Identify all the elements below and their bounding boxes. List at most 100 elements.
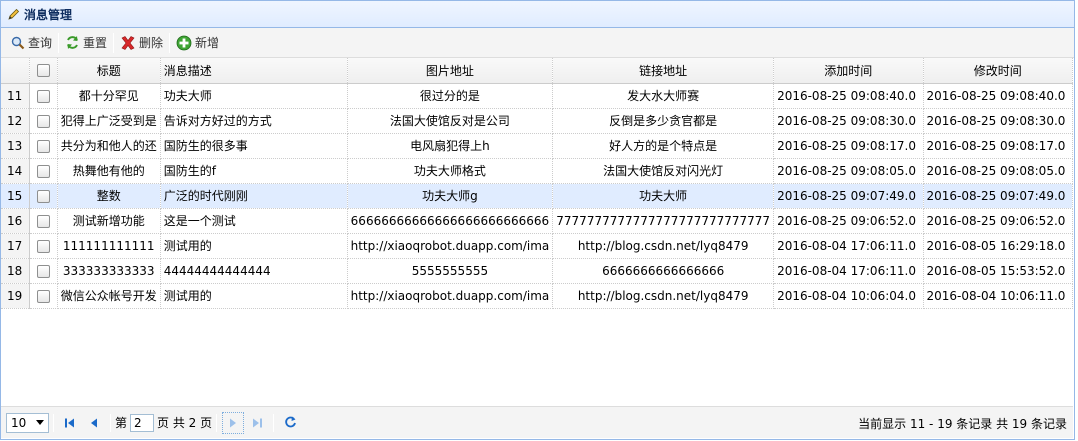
- row-number: 11: [1, 83, 30, 109]
- page-size-value: 10: [11, 415, 27, 430]
- next-page-icon: [230, 418, 237, 427]
- page-prefix: 第: [115, 416, 128, 430]
- row-checkbox[interactable]: [36, 89, 50, 103]
- column-header-description[interactable]: 消息描述: [160, 58, 348, 84]
- column-header-added-time[interactable]: 添加时间: [773, 58, 924, 84]
- row-checkbox[interactable]: [36, 189, 50, 203]
- row-checkbox[interactable]: [36, 214, 50, 228]
- row-number: 14: [1, 158, 30, 184]
- delete-x-icon: [121, 35, 135, 50]
- cell-title: 热舞他有他的: [57, 158, 161, 184]
- toolbar: 查询 重置 删除 新增: [1, 28, 1074, 58]
- last-page-button[interactable]: [246, 412, 268, 434]
- row-checkbox[interactable]: [36, 139, 50, 153]
- row-checkbox-cell[interactable]: [29, 233, 58, 259]
- prev-page-button[interactable]: [83, 412, 105, 434]
- row-checkbox[interactable]: [36, 239, 50, 253]
- table-row[interactable]: 11 都十分罕见 功夫大师 很过分的是 发大水大师赛 2016-08-25 09:08:4…: [1, 83, 1073, 109]
- cell-description: 这是一个测试: [160, 208, 348, 234]
- first-page-button[interactable]: [59, 412, 81, 434]
- last-page-icon: [253, 418, 263, 427]
- select-all-checkbox[interactable]: [36, 64, 50, 78]
- row-checkbox-cell[interactable]: [29, 83, 58, 109]
- row-checkbox-cell[interactable]: [29, 158, 58, 184]
- panel-header: 消息管理: [1, 1, 1074, 28]
- row-number: 17: [1, 233, 30, 259]
- cell-link-url: 发大水大师赛: [552, 83, 775, 109]
- row-checkbox[interactable]: [36, 289, 50, 303]
- column-header-link-url[interactable]: 链接地址: [552, 58, 775, 84]
- cell-title: 111111111111: [57, 233, 161, 259]
- cell-link-url: 法国大使馆反对闪光灯: [552, 158, 775, 184]
- cell-image-url: 电风扇犯得上h: [347, 133, 554, 159]
- row-checkbox[interactable]: [36, 164, 50, 178]
- column-header-title[interactable]: 标题: [57, 58, 161, 84]
- cell-description: 测试用的: [160, 283, 348, 309]
- prev-page-icon: [91, 418, 97, 427]
- row-checkbox-cell[interactable]: [29, 133, 58, 159]
- row-number: 12: [1, 108, 30, 134]
- delete-label: 删除: [139, 36, 164, 50]
- page-size-select[interactable]: 10: [6, 412, 49, 433]
- select-all-header[interactable]: [29, 58, 58, 84]
- cell-image-url: 5555555555: [347, 258, 554, 284]
- cell-modified-time: 2016-08-25 09:08:40.0: [923, 83, 1073, 109]
- refresh-icon: [284, 416, 296, 428]
- reset-label: 重置: [83, 36, 108, 50]
- row-checkbox[interactable]: [36, 264, 50, 278]
- cell-description: 功夫大师: [160, 83, 348, 109]
- table-row[interactable]: 17 111111111111 测试用的 http://xiaoqrobot.duap…: [1, 233, 1073, 259]
- cell-modified-time: 2016-08-25 09:08:05.0: [923, 158, 1073, 184]
- cell-link-url: http://blog.csdn.net/lyq8479: [552, 233, 775, 259]
- row-number: 16: [1, 208, 30, 234]
- row-checkbox-cell[interactable]: [29, 283, 58, 309]
- record-info: 当前显示 11 - 19 条记录 共 19 条记录: [858, 417, 1067, 431]
- table-row[interactable]: 19 微信公众帐号开发 测试用的 http://xiaoqrobot.duapp.co…: [1, 283, 1073, 309]
- cell-modified-time: 2016-08-25 09:06:52.0: [923, 208, 1073, 234]
- row-checkbox-cell[interactable]: [29, 183, 58, 209]
- toolbar-separator: [113, 32, 115, 53]
- row-checkbox-cell[interactable]: [29, 108, 58, 134]
- add-button[interactable]: 新增: [172, 31, 223, 55]
- cell-link-url: 6666666666666666: [552, 258, 775, 284]
- chevron-down-icon: [36, 419, 44, 425]
- table-row[interactable]: 13 共分为和他人的还 国防生的很多事 电风扇犯得上h 好人方的是个特点是 2016-08…: [1, 133, 1073, 159]
- cell-added-time: 2016-08-25 09:08:17.0: [773, 133, 924, 159]
- cell-description: 国防生的f: [160, 158, 348, 184]
- cell-title: 犯得上广泛受到是: [57, 108, 161, 134]
- query-button[interactable]: 查询: [7, 31, 56, 55]
- table-row[interactable]: 12 犯得上广泛受到是 告诉对方好过的方式 法国大使馆反对是公司 反倒是多少贪官都是 20…: [1, 108, 1073, 134]
- cell-modified-time: 2016-08-05 16:29:18.0: [923, 233, 1073, 259]
- cell-description: 44444444444444: [160, 258, 348, 284]
- row-number: 19: [1, 283, 30, 309]
- cell-added-time: 2016-08-25 09:08:40.0: [773, 83, 924, 109]
- reset-button[interactable]: 重置: [61, 31, 111, 55]
- pager-separator: [273, 413, 275, 432]
- message-datagrid: 标题 消息描述 图片地址 链接地址 添加时间 修改时间 11 都十分罕见 功夫大师很…: [1, 58, 1073, 406]
- next-page-button[interactable]: [222, 411, 245, 434]
- table-row[interactable]: 15 整数 广泛的时代刚刚 功夫大师g 功夫大师 2016-08-25 09:07:49.…: [1, 183, 1073, 209]
- table-row[interactable]: 18 333333333333 44444444444444 5555555555 66…: [1, 258, 1073, 284]
- cell-modified-time: 2016-08-05 15:53:52.0: [923, 258, 1073, 284]
- cell-link-url: 反倒是多少贪官都是: [552, 108, 775, 134]
- column-header-image-url[interactable]: 图片地址: [347, 58, 554, 84]
- row-checkbox-cell[interactable]: [29, 208, 58, 234]
- column-header-modified-time[interactable]: 修改时间: [923, 58, 1073, 84]
- delete-button[interactable]: 删除: [116, 31, 167, 55]
- cell-modified-time: 2016-08-25 09:07:49.0: [923, 183, 1073, 209]
- cell-link-url: 7777777777777777777777777777: [552, 208, 775, 234]
- refresh-button[interactable]: [279, 412, 301, 434]
- cell-description: 测试用的: [160, 233, 348, 259]
- cell-image-url: http://xiaoqrobot.duapp.com/ima: [347, 233, 554, 259]
- toolbar-separator: [169, 32, 171, 53]
- cell-title: 都十分罕见: [57, 83, 161, 109]
- row-checkbox[interactable]: [36, 114, 50, 128]
- header-row: 标题 消息描述 图片地址 链接地址 添加时间 修改时间: [1, 58, 1073, 84]
- cell-modified-time: 2016-08-04 10:06:11.0: [923, 283, 1073, 309]
- row-checkbox-cell[interactable]: [29, 258, 58, 284]
- table-row[interactable]: 16 测试新增功能 这是一个测试 66666666666666666666666666…: [1, 208, 1073, 234]
- cell-link-url: 功夫大师: [552, 183, 775, 209]
- page-number-input[interactable]: 2: [130, 413, 155, 432]
- pager-separator: [53, 413, 54, 432]
- table-row[interactable]: 14 热舞他有他的 国防生的f 功夫大师格式 法国大使馆反对闪光灯 2016-08-25 …: [1, 158, 1073, 184]
